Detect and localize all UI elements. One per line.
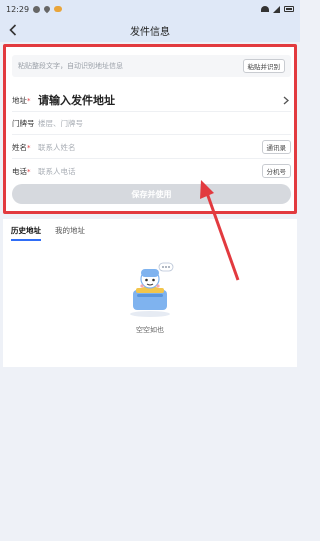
name-input[interactable]: 联系人姓名: [38, 142, 262, 153]
door-number-label: 门牌号: [12, 118, 35, 128]
address-tabs-panel: 历史地址 我的地址 空空如也: [3, 219, 297, 367]
drop-icon: [42, 4, 52, 14]
paste-recognize-button[interactable]: 粘贴并识别: [242, 59, 285, 73]
phone-input[interactable]: 联系人电话: [38, 166, 262, 177]
address-tabs: 历史地址 我的地址: [11, 225, 85, 241]
paste-recognize-area[interactable]: 粘贴整段文字，自动识别地址信息 粘贴并识别: [12, 55, 291, 77]
extension-button[interactable]: 分机号: [261, 164, 291, 178]
divider: [12, 111, 291, 112]
phone-label: 电话*: [12, 166, 31, 176]
signal-icon: [273, 5, 280, 13]
name-label: 姓名*: [12, 142, 31, 152]
empty-box-illustration-icon: [130, 262, 174, 317]
status-left: 12:29: [6, 4, 63, 14]
door-number-input[interactable]: 楼层、门牌号: [38, 118, 291, 129]
battery-icon: [284, 6, 294, 12]
address-row[interactable]: 地址* 请输入发件地址: [12, 91, 291, 109]
notification-icon: [33, 5, 41, 13]
contacts-button[interactable]: 通讯录: [261, 140, 291, 154]
status-time: 12:29: [6, 4, 30, 14]
status-bar: 12:29: [0, 0, 300, 18]
save-and-use-button[interactable]: 保存并使用: [12, 184, 291, 204]
phone-row[interactable]: 电话* 联系人电话 分机号: [12, 163, 291, 179]
door-number-row[interactable]: 门牌号 楼层、门牌号: [12, 115, 291, 131]
empty-state: 空空如也: [3, 257, 297, 335]
page-title: 发件信息: [130, 26, 170, 38]
back-icon[interactable]: [6, 23, 20, 37]
address-label: 地址*: [12, 95, 31, 105]
address-input[interactable]: 请输入发件地址: [38, 92, 281, 108]
sender-info-card: 粘贴整段文字，自动识别地址信息 粘贴并识别 地址* 请输入发件地址 门牌号 楼层…: [3, 44, 297, 214]
name-row[interactable]: 姓名* 联系人姓名 通讯录: [12, 139, 291, 155]
wifi-icon: [261, 6, 269, 12]
tab-my-address[interactable]: 我的地址: [55, 225, 85, 241]
chevron-right-icon[interactable]: [281, 95, 291, 105]
weather-icon: [54, 6, 63, 12]
app-header: 发件信息: [0, 18, 300, 42]
divider: [12, 158, 291, 159]
divider: [12, 134, 291, 135]
empty-state-text: 空空如也: [136, 326, 164, 334]
tab-history-address[interactable]: 历史地址: [11, 225, 41, 241]
paste-placeholder[interactable]: 粘贴整段文字，自动识别地址信息: [18, 61, 243, 71]
status-right: [261, 5, 294, 13]
